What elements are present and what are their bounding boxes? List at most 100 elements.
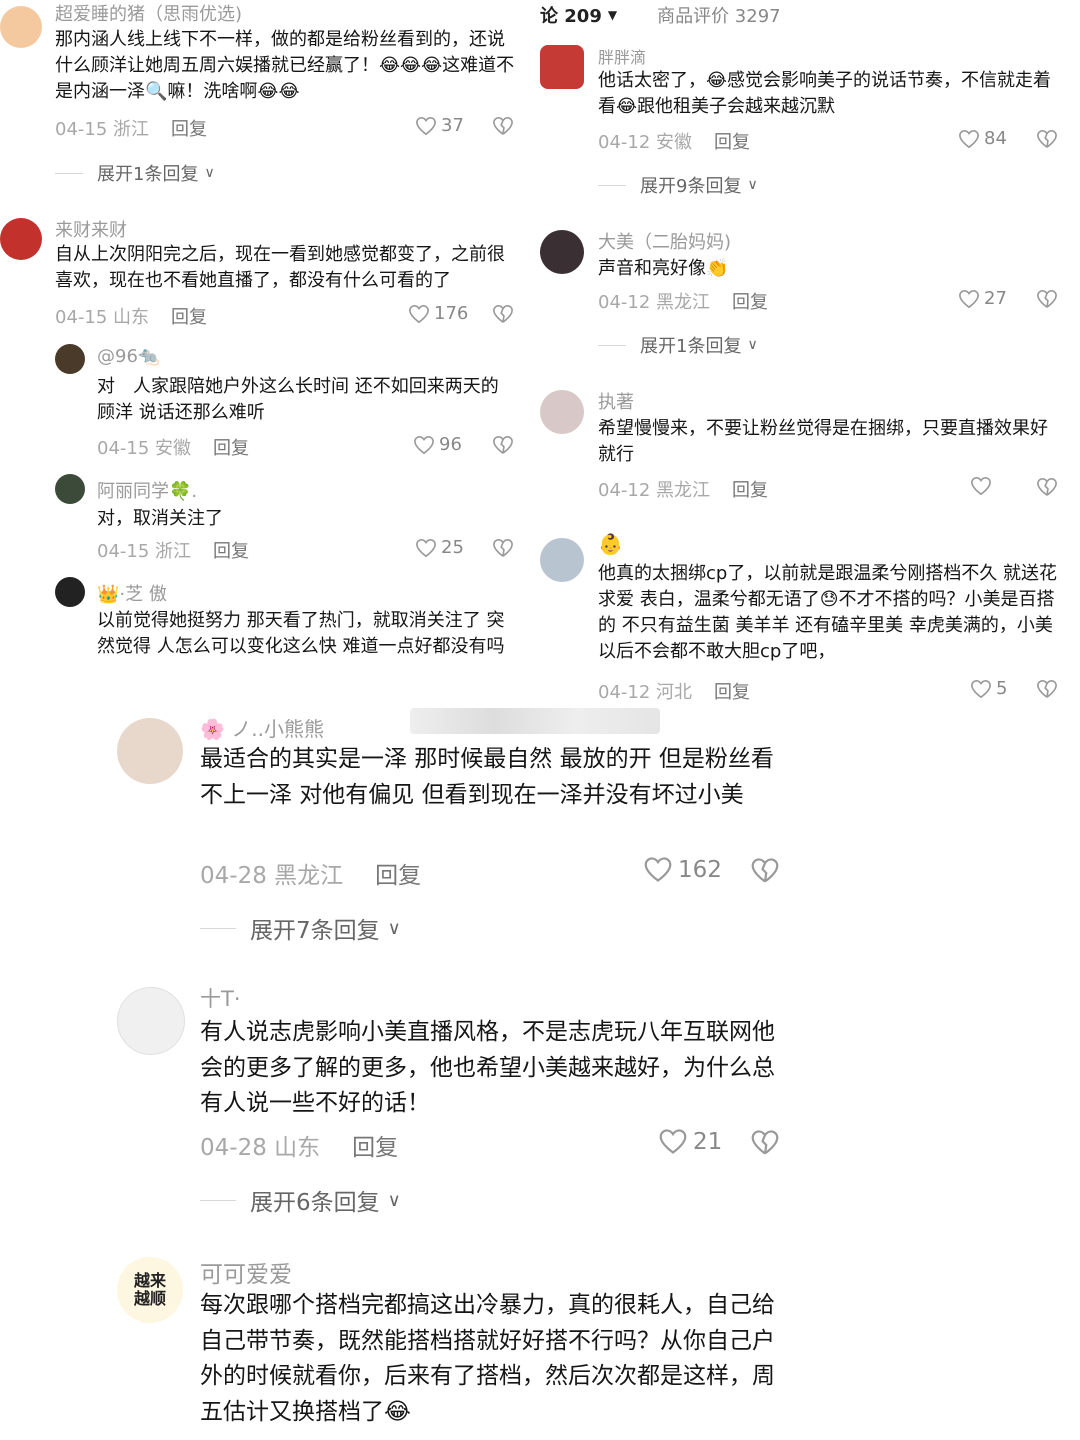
like-count: 21 xyxy=(693,1128,723,1155)
comment-date: 04-12 河北 xyxy=(598,682,693,703)
reply-button[interactable]: 回复 xyxy=(352,1135,398,1161)
avatar[interactable] xyxy=(117,987,185,1055)
avatar[interactable] xyxy=(55,577,85,607)
comment-date: 04-28 山东 xyxy=(200,1135,321,1161)
avatar[interactable] xyxy=(117,718,183,784)
heart-icon xyxy=(971,679,991,698)
avatar[interactable] xyxy=(55,474,85,504)
tab-comments[interactable]: 论 209 xyxy=(540,2,602,28)
expand-replies-label: 展开1条回复 xyxy=(97,164,199,185)
comment-meta: 04-12 安徽 回复 xyxy=(598,128,750,154)
expand-replies[interactable]: 展开6条回复 ∨ xyxy=(200,1183,401,1217)
like-button[interactable]: 162 xyxy=(643,856,722,883)
reply-button[interactable]: 回复 xyxy=(171,307,207,328)
comment-date: 04-15 浙江 xyxy=(55,119,150,140)
expand-replies-label: 展开7条回复 xyxy=(250,918,380,944)
broken-heart-icon[interactable] xyxy=(1036,289,1058,309)
comment-username[interactable]: 超爱睡的猪（思雨优选) xyxy=(55,0,242,26)
comment-text: 对 人家跟陪她户外这么长时间 还不如回来两天的顾洋 说话还那么难听 xyxy=(97,376,499,424)
comment-meta: 04-15 浙江 回复 xyxy=(97,537,249,563)
like-button[interactable]: 27 xyxy=(958,288,1007,309)
broken-heart-icon[interactable] xyxy=(492,435,514,455)
like-button[interactable]: 84 xyxy=(958,128,1007,149)
comment-username[interactable]: 阿丽同学🍀. xyxy=(97,477,197,503)
reply-button[interactable]: 回复 xyxy=(714,682,750,703)
like-count: 176 xyxy=(434,303,469,324)
broken-heart-icon[interactable] xyxy=(1036,129,1058,149)
expand-replies[interactable]: 展开9条回复 ∨ xyxy=(598,172,758,198)
like-button[interactable]: 176 xyxy=(408,303,468,324)
reply-button[interactable]: 回复 xyxy=(732,480,768,501)
comment-text: 有人说志虎影响小美直播风格，不是志虎玩八年互联网他会的更多了解的更多，他也希望小… xyxy=(200,1019,775,1117)
reply-button[interactable]: 回复 xyxy=(714,132,750,153)
like-button[interactable]: 37 xyxy=(415,115,464,136)
heart-icon xyxy=(971,476,991,496)
reply-button[interactable]: 回复 xyxy=(213,438,249,459)
expand-replies[interactable]: 展开1条回复 ∨ xyxy=(55,160,215,186)
chevron-down-icon: ∨ xyxy=(387,917,401,939)
avatar[interactable] xyxy=(0,218,42,260)
comment-meta: 04-15 安徽 回复 xyxy=(97,434,249,460)
chevron-down-icon: ∨ xyxy=(747,337,758,353)
broken-heart-icon[interactable] xyxy=(492,538,514,558)
heart-icon xyxy=(416,538,436,557)
heart-icon xyxy=(959,289,979,308)
avatar[interactable]: 越来越顺 xyxy=(117,1257,183,1323)
chevron-down-icon: ∨ xyxy=(747,177,758,193)
like-button[interactable]: 21 xyxy=(658,1128,722,1155)
tab-reviews[interactable]: 商品评价 3297 xyxy=(657,2,781,28)
comment-text: 最适合的其实是一泽 那时候最自然 最放的开 但是粉丝看不上一泽 对他有偏见 但看… xyxy=(200,746,774,808)
comment-username[interactable]: 👶 xyxy=(598,532,623,556)
comment-username[interactable]: 🌸 ノ..小熊熊 xyxy=(200,713,324,742)
broken-heart-icon[interactable] xyxy=(1036,477,1058,497)
broken-heart-icon[interactable] xyxy=(750,857,780,884)
heart-icon xyxy=(959,129,979,148)
comment-username[interactable]: 👑·芝 傲 xyxy=(97,580,167,606)
comment-date: 04-15 浙江 xyxy=(97,541,192,562)
expand-replies[interactable]: 展开1条回复 ∨ xyxy=(598,332,758,358)
blurred-region xyxy=(410,708,660,734)
like-button[interactable] xyxy=(970,476,996,496)
reply-button[interactable]: 回复 xyxy=(171,119,207,140)
reply-button[interactable]: 回复 xyxy=(732,292,768,313)
broken-heart-icon[interactable] xyxy=(1036,679,1058,699)
chevron-down-icon: ∨ xyxy=(204,165,215,181)
like-button[interactable]: 25 xyxy=(415,537,464,558)
heart-icon xyxy=(659,1129,687,1154)
like-button[interactable]: 5 xyxy=(970,678,1007,699)
comment-username[interactable]: 来财来财 xyxy=(55,216,127,242)
reply-button[interactable]: 回复 xyxy=(375,863,421,889)
broken-heart-icon[interactable] xyxy=(492,116,514,136)
comment-text: 对，取消关注了 xyxy=(97,508,223,529)
avatar[interactable] xyxy=(540,45,584,89)
reply-button[interactable]: 回复 xyxy=(213,541,249,562)
broken-heart-icon[interactable] xyxy=(750,1129,780,1156)
comment-meta: 04-12 黑龙江 回复 xyxy=(598,288,768,314)
comment-text: 自从上次阴阳完之后，现在一看到她感觉都变了，之前很喜欢，现在也不看她直播了，都没… xyxy=(55,244,505,292)
avatar[interactable] xyxy=(0,6,42,48)
avatar[interactable] xyxy=(540,538,584,582)
like-count: 96 xyxy=(439,434,462,455)
comment-meta: 04-28 黑龙江 回复 xyxy=(200,856,421,890)
comment-username[interactable]: 大美（二胎妈妈) xyxy=(598,228,731,254)
comment-date: 04-12 黑龙江 xyxy=(598,292,711,313)
like-button[interactable]: 96 xyxy=(413,434,462,455)
comment-username[interactable]: 十T· xyxy=(200,983,241,1013)
heart-icon xyxy=(409,304,429,323)
expand-replies[interactable]: 展开7条回复 ∨ xyxy=(200,911,401,945)
avatar[interactable] xyxy=(55,344,85,374)
comment-username[interactable]: 执著 xyxy=(598,388,634,414)
expand-replies-label: 展开6条回复 xyxy=(250,1190,380,1216)
expand-replies-label: 展开1条回复 xyxy=(640,336,742,357)
avatar-text: 越来越顺 xyxy=(133,1271,166,1308)
chevron-down-icon[interactable]: ▼ xyxy=(608,8,617,22)
avatar[interactable] xyxy=(540,390,584,434)
avatar[interactable] xyxy=(540,230,584,274)
comment-username[interactable]: @96🐀 xyxy=(97,346,160,367)
comment-username[interactable]: 可可爱爱 xyxy=(200,1255,292,1289)
comment-meta: 04-15 浙江 回复 xyxy=(55,115,207,141)
comment-text: 声音和亮好像👏 xyxy=(598,258,729,279)
comment-meta: 04-28 山东 回复 xyxy=(200,1128,398,1162)
comment-username[interactable]: 胖胖滴 xyxy=(598,44,646,68)
broken-heart-icon[interactable] xyxy=(492,304,514,324)
